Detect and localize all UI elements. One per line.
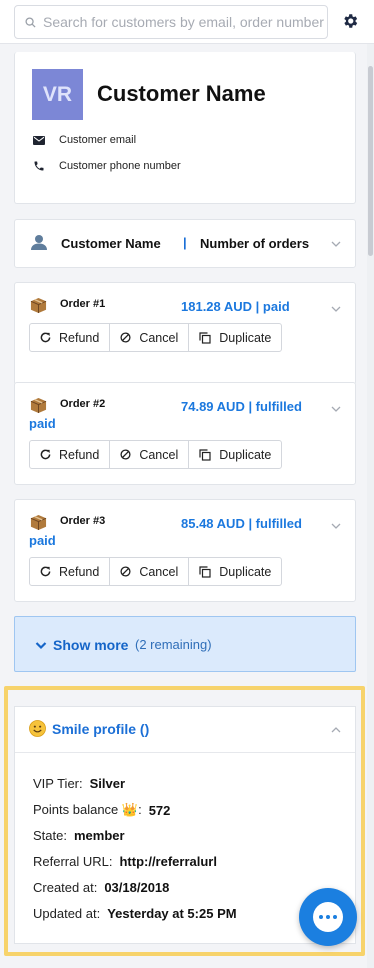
created-at-value: 03/18/2018 [104,880,170,895]
points-balance-label: Points balance 👑: [33,802,142,817]
refund-label: Refund [59,330,100,345]
order-status[interactable]: 85.48 AUD | fulfilled paid [29,515,315,549]
copy-icon [199,565,211,578]
refresh-icon [40,332,51,343]
order-actions: Refund Cancel Duplicate [29,323,283,352]
smiley-icon [29,720,46,737]
order-status[interactable]: 181.28 AUD | paid [29,298,315,315]
order-actions: Refund Cancel Duplicate [29,440,283,469]
person-icon [31,235,47,250]
vip-tier-label: VIP Tier: [33,776,83,791]
summary-customer-name: Customer Name [61,236,161,251]
order-card: Order #2 74.89 AUD | fulfilled paid Refu… [14,382,356,485]
order-status[interactable]: 74.89 AUD | fulfilled paid [29,398,315,432]
chevron-down-icon[interactable] [331,521,341,531]
customer-phone-row[interactable]: Customer phone number [33,160,181,172]
mail-icon [33,135,45,145]
vip-tier-row: VIP Tier: Silver [33,776,125,791]
chevron-down-icon [35,641,47,649]
refresh-icon [40,449,51,460]
summary-number-of-orders: Number of orders [200,236,310,251]
refund-label: Refund [59,447,100,462]
chat-launcher-button[interactable] [299,888,357,946]
points-balance-row: Points balance 👑: 572 [33,802,170,818]
ban-icon [120,566,131,577]
ban-icon [120,449,131,460]
show-more-button[interactable]: Show more (2 remaining) [14,616,356,672]
created-at-row: Created at: 03/18/2018 [33,880,169,895]
customer-phone: Customer phone number [59,160,181,172]
customer-name: Customer Name [97,81,266,106]
order-card: Order #3 85.48 AUD | fulfilled paid Refu… [14,499,356,602]
search-input[interactable] [43,6,327,38]
customer-email: Customer email [59,134,137,146]
referral-url-value[interactable]: http://referralurl [119,854,217,869]
state-value: member [73,828,125,843]
referral-url-row: Referral URL: http://referralurl [33,854,217,869]
state-row: State: member [33,828,125,843]
gear-icon[interactable] [341,12,359,30]
duplicate-label: Duplicate [219,330,272,345]
top-bar [0,0,374,44]
phone-icon [34,161,44,171]
chat-bubble-icon [313,902,343,932]
chevron-down-icon[interactable] [331,404,341,414]
state-label: State: [33,828,67,843]
smile-profile-header[interactable]: Smile profile () [15,707,355,753]
duplicate-button[interactable]: Duplicate [188,323,283,352]
refresh-icon [40,566,51,577]
show-more-remaining: (2 remaining) [135,637,212,652]
copy-icon [199,331,211,344]
updated-at-value: Yesterday at 5:25 PM [107,906,237,921]
duplicate-label: Duplicate [219,447,272,462]
cancel-label: Cancel [139,564,179,579]
chevron-down-icon[interactable] [331,304,341,314]
search-box[interactable] [14,5,328,39]
refund-button[interactable]: Refund [29,440,111,469]
cancel-button[interactable]: Cancel [109,440,190,469]
customer-profile-card: VR Customer Name Customer email Customer… [14,52,356,204]
duplicate-button[interactable]: Duplicate [188,557,283,586]
order-actions: Refund Cancel Duplicate [29,557,283,586]
cancel-button[interactable]: Cancel [109,557,190,586]
cancel-label: Cancel [139,330,179,345]
smile-profile-title: Smile profile () [52,721,150,737]
cancel-button[interactable]: Cancel [109,323,190,352]
created-at-label: Created at: [33,880,98,895]
show-more-label: Show more [53,637,129,653]
referral-url-label: Referral URL: [33,854,113,869]
vip-tier-value: Silver [89,776,126,791]
show-more-label-row: Show more [35,637,128,653]
updated-at-row: Updated at: Yesterday at 5:25 PM [33,906,237,921]
ban-icon [120,332,131,343]
duplicate-label: Duplicate [219,564,272,579]
points-balance-value: 572 [148,802,171,818]
chevron-down-icon[interactable] [331,239,341,249]
search-icon [25,17,36,28]
customer-summary-header[interactable]: Customer Name | Number of orders [14,219,356,268]
duplicate-button[interactable]: Duplicate [188,440,283,469]
refund-label: Refund [59,564,100,579]
chevron-up-icon[interactable] [331,725,341,735]
avatar: VR [32,69,83,120]
scrollbar-thumb[interactable] [368,66,373,256]
refund-button[interactable]: Refund [29,557,111,586]
summary-separator: | [183,235,187,250]
refund-button[interactable]: Refund [29,323,111,352]
copy-icon [199,448,211,461]
cancel-label: Cancel [139,447,179,462]
order-card: Order #1 181.28 AUD | paid Refund Cancel… [14,282,356,385]
updated-at-label: Updated at: [33,906,101,921]
customer-email-row[interactable]: Customer email [33,134,136,146]
